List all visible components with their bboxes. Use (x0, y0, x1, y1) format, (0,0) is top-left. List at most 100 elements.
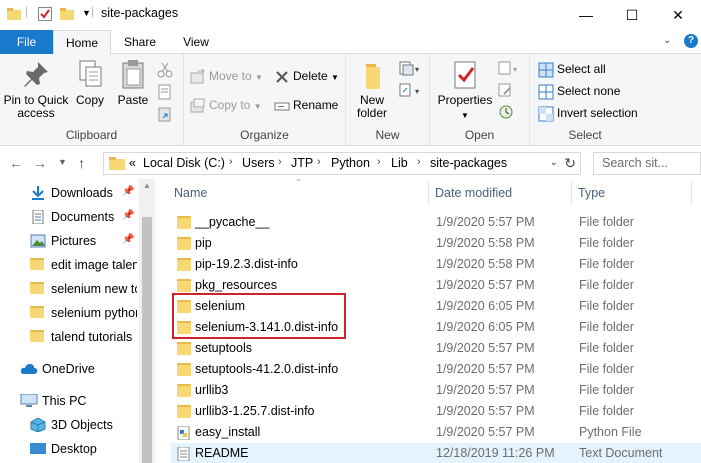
file-type: File folder (579, 341, 634, 355)
nav-item-desktop[interactable]: Desktop (0, 437, 140, 461)
breadcrumb-python[interactable]: Python (331, 156, 370, 170)
file-row[interactable]: easy_install 1/9/2020 5:57 PM Python Fil… (171, 422, 701, 443)
file-date: 1/9/2020 5:57 PM (436, 215, 535, 229)
breadcrumb-users[interactable]: Users (242, 156, 275, 170)
documents-icon (30, 209, 46, 225)
move-to-button[interactable]: Move to ▼ (190, 68, 263, 86)
rename-button[interactable]: Rename (274, 97, 338, 114)
nav-item-onedrive[interactable]: OneDrive (0, 357, 140, 381)
tab-view[interactable]: View (172, 30, 220, 55)
history-icon[interactable] (498, 104, 514, 124)
nav-item-selenium-new-to[interactable]: selenium new to (0, 277, 140, 301)
copy-path-icon[interactable] (157, 84, 173, 104)
select-all-button[interactable]: Select all (538, 61, 606, 78)
column-type[interactable]: Type (578, 186, 605, 200)
new-group-label: New (375, 128, 400, 142)
file-row[interactable]: urllib3 1/9/2020 5:57 PM File folder (171, 380, 701, 401)
tab-home[interactable]: Home (53, 30, 111, 55)
paste-button[interactable]: Paste (114, 58, 152, 107)
properties-button[interactable]: Properties ▼ (434, 58, 496, 122)
search-input[interactable]: Search sit... (593, 152, 701, 175)
scissors-icon[interactable] (157, 62, 173, 82)
breadcrumb-jtp[interactable]: JTP (291, 156, 313, 170)
properties-check-icon[interactable] (38, 7, 52, 21)
nav-item-documents[interactable]: Documents 📌 (0, 205, 140, 229)
nav-item-selenium-python[interactable]: selenium python (0, 301, 140, 325)
chevron-right-icon[interactable]: › (417, 156, 421, 168)
maximize-button[interactable]: ☐ (609, 0, 655, 30)
nav-item-downloads[interactable]: Downloads 📌 (0, 181, 140, 205)
close-button[interactable]: ✕ (655, 0, 701, 30)
tab-share[interactable]: Share (116, 30, 164, 55)
pin-to-quick-access-button[interactable]: Pin to Quick access (2, 58, 70, 120)
edit-file-icon[interactable] (498, 82, 514, 102)
copy-button[interactable]: Copy (72, 58, 108, 107)
column-divider[interactable] (571, 181, 572, 205)
new-folder-button[interactable]: New folder (350, 58, 394, 120)
paste-label: Paste (117, 93, 149, 107)
file-row[interactable]: README 12/18/2019 11:26 PM Text Document (171, 443, 701, 463)
nav-scrollbar[interactable]: ▲ (139, 179, 155, 463)
breadcrumb-lib[interactable]: Lib (391, 156, 408, 170)
copy-to-button[interactable]: Copy to ▼ (190, 97, 262, 115)
recent-locations-icon[interactable]: ▼ (58, 157, 67, 167)
chevron-right-icon[interactable]: › (317, 156, 321, 168)
file-row[interactable]: setuptools-41.2.0.dist-info 1/9/2020 5:5… (171, 359, 701, 380)
column-name[interactable]: Name (174, 186, 207, 200)
delete-x-icon (274, 69, 290, 85)
minimize-button[interactable]: — (563, 0, 609, 30)
file-row[interactable]: pip 1/9/2020 5:58 PM File folder (171, 233, 701, 254)
back-arrow-icon[interactable]: ← (9, 155, 23, 171)
scroll-up-arrow-icon[interactable]: ▲ (143, 181, 151, 190)
column-divider[interactable] (691, 181, 692, 205)
refresh-icon[interactable]: ↻ (564, 155, 576, 172)
nav-item-this-pc[interactable]: This PC (0, 389, 140, 413)
invert-selection-button[interactable]: Invert selection (538, 105, 638, 122)
nav-item-pictures[interactable]: Pictures 📌 (0, 229, 140, 253)
folder-icon (177, 384, 191, 397)
delete-button[interactable]: Delete ▼ (274, 68, 339, 86)
address-bar[interactable]: « Local Disk (C:) › Users › JTP › Python… (103, 152, 581, 175)
chevron-right-icon[interactable]: › (377, 156, 381, 168)
navigation-pane: Downloads 📌 Documents 📌 Pictures 📌 edit … (0, 179, 155, 463)
nav-item-talend-tutorials[interactable]: talend tutorials (0, 325, 140, 349)
help-icon[interactable]: ? (684, 34, 698, 48)
breadcrumb-overflow[interactable]: « (129, 156, 136, 170)
up-arrow-icon[interactable]: ↑ (78, 155, 85, 171)
ribbon-collapse-icon[interactable]: ⌄ (663, 35, 671, 46)
file-row[interactable]: __pycache__ 1/9/2020 5:57 PM File folder (171, 212, 701, 233)
easy-access-icon[interactable]: ▾ (398, 82, 420, 102)
file-row[interactable]: pip-19.2.3.dist-info 1/9/2020 5:58 PM Fi… (171, 254, 701, 275)
qat-customize-icon[interactable]: ▼ (82, 8, 91, 18)
file-name: __pycache__ (195, 215, 270, 229)
file-type: File folder (579, 236, 634, 250)
open-file-icon[interactable]: ▾ (498, 60, 520, 80)
column-divider[interactable] (428, 181, 429, 205)
file-row[interactable]: urllib3-1.25.7.dist-info 1/9/2020 5:57 P… (171, 401, 701, 422)
new-item-icon[interactable]: ▾ (398, 60, 420, 80)
properties-label: Properties (437, 93, 493, 107)
chevron-right-icon[interactable]: › (229, 156, 233, 168)
nav-item-edit-image-talend[interactable]: edit image talend (0, 253, 140, 277)
pin-icon[interactable]: 📌 (122, 210, 134, 221)
organize-group-label: Organize (240, 128, 289, 142)
chevron-right-icon[interactable]: › (278, 156, 282, 168)
organize-group: Move to ▼ Copy to ▼ Delete ▼ Rename Orga… (184, 54, 346, 146)
nav-scrollbar-thumb[interactable] (142, 217, 152, 463)
nav-item-3d-objects[interactable]: 3D Objects (0, 413, 140, 437)
forward-arrow-icon[interactable]: → (33, 155, 47, 171)
pin-icon[interactable]: 📌 (122, 234, 134, 245)
file-row[interactable]: setuptools 1/9/2020 5:57 PM File folder (171, 338, 701, 359)
tab-file[interactable]: File (0, 30, 53, 54)
column-date-modified[interactable]: Date modified (435, 186, 512, 200)
select-group-label: Select (568, 128, 602, 142)
copy-icon (74, 58, 106, 90)
breadcrumb-local-disk[interactable]: Local Disk (C:) (143, 156, 225, 170)
select-none-button[interactable]: Select none (538, 83, 620, 100)
breadcrumb-site-packages[interactable]: site-packages (430, 156, 507, 170)
new-folder-qat-icon[interactable] (60, 8, 74, 20)
window-title: site-packages (101, 6, 179, 20)
pin-icon[interactable]: 📌 (122, 186, 134, 197)
address-dropdown-icon[interactable]: ⌄ (550, 157, 558, 168)
paste-shortcut-icon[interactable] (157, 106, 173, 126)
